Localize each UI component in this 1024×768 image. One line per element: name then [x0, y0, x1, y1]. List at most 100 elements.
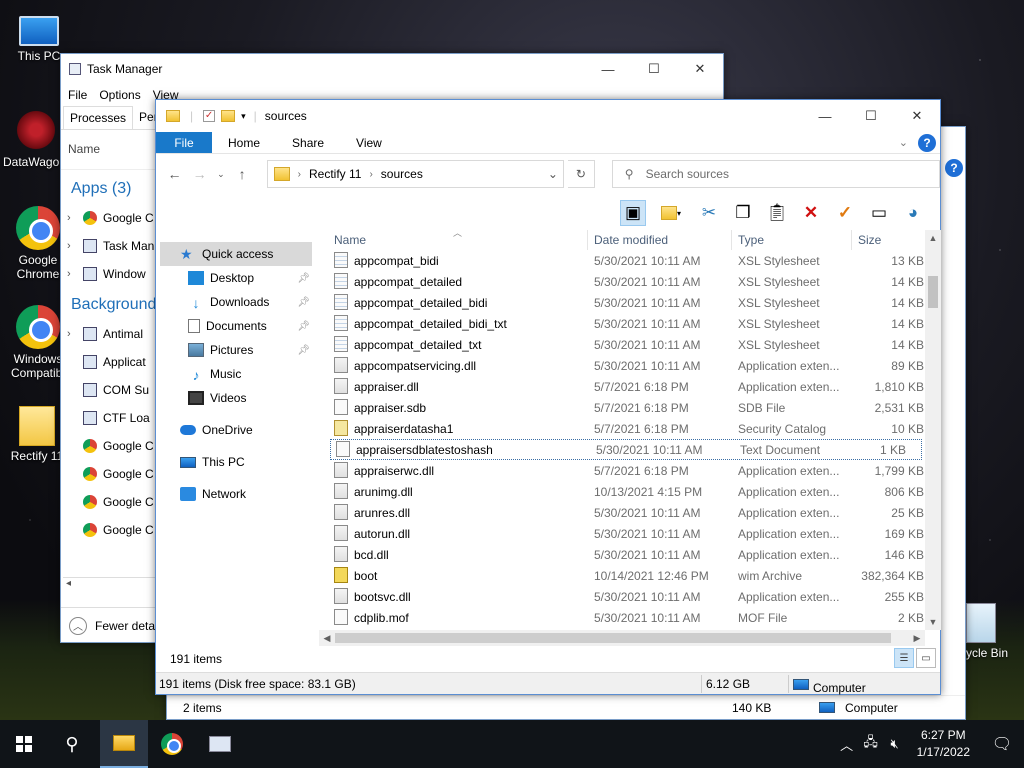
- paste-icon[interactable]: 📋︎: [764, 200, 790, 226]
- menu-file[interactable]: File: [68, 88, 87, 102]
- scroll-up-icon[interactable]: ▲: [925, 230, 941, 246]
- copy-icon[interactable]: ❐: [730, 200, 756, 226]
- pin-icon[interactable]: 📌︎: [297, 321, 310, 332]
- scroll-thumb[interactable]: [928, 276, 938, 308]
- task-manager-titlebar[interactable]: Task Manager — ☐ ✕: [61, 54, 723, 84]
- file-row[interactable]: appraiserwc.dll 5/7/2021 6:18 PM Applicati…: [328, 460, 940, 481]
- file-row[interactable]: appraisersdblatestoshash 5/30/2021 10:11 …: [330, 439, 922, 460]
- horizontal-scrollbar[interactable]: ◂: [63, 577, 157, 593]
- file-row[interactable]: appcompatservicing.dll 5/30/2021 10:11 AM…: [328, 355, 940, 376]
- chevron-right-icon[interactable]: ›: [67, 328, 77, 340]
- help-icon[interactable]: ?: [918, 133, 936, 152]
- tab-view[interactable]: View: [340, 132, 398, 153]
- file-row[interactable]: boot 10/14/2021 12:46 PM wim Archive 382,36…: [328, 565, 940, 586]
- chevron-down-icon[interactable]: ⌄: [543, 167, 563, 181]
- fewer-details-button[interactable]: Fewer detai: [95, 619, 158, 633]
- delete-icon[interactable]: ✕: [798, 200, 824, 226]
- tab-home[interactable]: Home: [212, 132, 276, 153]
- search-button[interactable]: ⚲: [48, 720, 96, 768]
- search-input[interactable]: ⚲ Search sources: [611, 160, 940, 188]
- view-options-icon[interactable]: ▾: [654, 200, 688, 226]
- pin-icon[interactable]: 📌︎: [297, 345, 310, 356]
- nav-desktop[interactable]: Desktop 📌︎: [156, 266, 316, 290]
- file-row[interactable]: appcompat_detailed_bidi 5/30/2021 10:11 A…: [328, 292, 940, 313]
- taskbar-chrome[interactable]: [148, 720, 196, 768]
- file-explorer-window[interactable]: | ✓ ▾ | sources — ☐ ✕ File Home Share Vi…: [155, 99, 941, 695]
- tab-processes[interactable]: Processes: [63, 106, 134, 129]
- nav-onedrive[interactable]: OneDrive: [156, 418, 316, 442]
- nav-pictures[interactable]: Pictures 📌︎: [156, 338, 316, 362]
- column-header-name[interactable]: Name: [334, 233, 366, 247]
- shell-icon[interactable]: ◕: [900, 200, 926, 226]
- explorer-titlebar[interactable]: | ✓ ▾ | sources — ☐ ✕: [156, 100, 940, 132]
- file-row[interactable]: autorun.dll 5/30/2021 10:11 AM Application…: [328, 523, 940, 544]
- preview-pane-icon[interactable]: ▣: [620, 200, 646, 226]
- properties-icon[interactable]: ✓: [203, 110, 216, 122]
- nav-videos[interactable]: Videos: [156, 386, 316, 410]
- column-header-date[interactable]: Date modified: [594, 233, 668, 247]
- expand-ribbon-icon[interactable]: ⌄: [899, 136, 908, 149]
- chevron-right-icon[interactable]: ›: [67, 212, 77, 224]
- minimize-button[interactable]: —: [802, 100, 848, 132]
- file-row[interactable]: cdplib.mof 5/30/2021 10:11 AM MOF File 2 KB: [328, 607, 940, 628]
- file-row[interactable]: appraiser.sdb 5/7/2021 6:18 PM SDB File 2,5…: [328, 397, 940, 418]
- refresh-button[interactable]: ↻: [567, 160, 595, 188]
- start-button[interactable]: [0, 720, 48, 768]
- chevron-right-icon[interactable]: ›: [67, 240, 77, 252]
- notification-icon[interactable]: 🗨︎: [980, 734, 1024, 754]
- nav-this-pc[interactable]: This PC: [156, 450, 316, 474]
- large-icons-view-icon[interactable]: ▭: [916, 648, 936, 668]
- taskbar-file-explorer[interactable]: [100, 720, 148, 768]
- back-arrow-icon[interactable]: ←: [164, 166, 185, 182]
- pin-icon[interactable]: 📌︎: [297, 297, 310, 308]
- maximize-button[interactable]: ☐: [848, 100, 894, 132]
- file-row[interactable]: appcompat_detailed_bidi_txt 5/30/2021 10:…: [328, 313, 940, 334]
- file-row[interactable]: appraiserdatasha1 5/7/2021 6:18 PM Securit…: [328, 418, 940, 439]
- help-icon[interactable]: ?: [945, 159, 963, 177]
- file-row[interactable]: bcd.dll 5/30/2021 10:11 AM Application ext…: [328, 544, 940, 565]
- nav-network[interactable]: Network: [156, 482, 316, 506]
- file-row[interactable]: appraiser.dll 5/7/2021 6:18 PM Application…: [328, 376, 940, 397]
- taskbar-task-manager[interactable]: [196, 720, 244, 768]
- file-row[interactable]: arunimg.dll 10/13/2021 4:15 PM Application…: [328, 481, 940, 502]
- details-view-icon[interactable]: ☰: [894, 648, 914, 668]
- properties-icon[interactable]: ▭: [866, 200, 892, 226]
- tab-share[interactable]: Share: [276, 132, 340, 153]
- address-bar[interactable]: › Rectify 11 › sources ⌄: [266, 160, 564, 188]
- column-header-size[interactable]: Size: [858, 233, 881, 247]
- scroll-thumb[interactable]: [335, 633, 891, 643]
- close-button[interactable]: ✕: [677, 54, 723, 84]
- column-header-type[interactable]: Type: [738, 233, 764, 247]
- menu-options[interactable]: Options: [99, 88, 140, 102]
- vertical-scrollbar[interactable]: ▲ ▼: [925, 230, 941, 630]
- close-button[interactable]: ✕: [894, 100, 940, 132]
- network-icon[interactable]: 🖧︎: [859, 733, 883, 755]
- nav-music[interactable]: ♪ Music: [156, 362, 316, 386]
- tab-file[interactable]: File: [156, 132, 212, 153]
- volume-muted-icon[interactable]: 🔇︎: [883, 736, 907, 752]
- pin-icon[interactable]: 📌︎: [297, 273, 310, 284]
- forward-arrow-icon[interactable]: →: [189, 166, 210, 182]
- chevron-right-icon[interactable]: ›: [369, 169, 372, 180]
- chevron-up-icon[interactable]: ︿: [835, 735, 859, 754]
- file-row[interactable]: bootsvc.dll 5/30/2021 10:11 AM Application…: [328, 586, 940, 607]
- horizontal-scrollbar[interactable]: ◀ ▶: [319, 630, 925, 646]
- scroll-right-icon[interactable]: ▶: [909, 630, 925, 646]
- file-row[interactable]: appcompat_detailed_txt 5/30/2021 10:11 AM…: [328, 334, 940, 355]
- nav-quick-access[interactable]: ★ Quick access: [160, 242, 312, 266]
- check-icon[interactable]: ✓: [832, 200, 858, 226]
- recent-locations-icon[interactable]: ⌄: [214, 169, 227, 180]
- file-row[interactable]: appcompat_detailed 5/30/2021 10:11 AM XSL …: [328, 271, 940, 292]
- breadcrumb-current[interactable]: sources: [381, 167, 423, 181]
- clock[interactable]: 6:27 PM 1/17/2022: [907, 727, 980, 761]
- cut-icon[interactable]: ✂: [696, 200, 722, 226]
- scroll-left-icon[interactable]: ◀: [319, 630, 335, 646]
- nav-documents[interactable]: Documents 📌︎: [156, 314, 316, 338]
- chevron-right-icon[interactable]: ›: [298, 169, 301, 180]
- up-arrow-icon[interactable]: ↑: [232, 166, 253, 182]
- file-row[interactable]: arunres.dll 5/30/2021 10:11 AM Application…: [328, 502, 940, 523]
- chevron-right-icon[interactable]: ›: [67, 268, 77, 280]
- maximize-button[interactable]: ☐: [631, 54, 677, 84]
- file-row[interactable]: appcompat_bidi 5/30/2021 10:11 AM XSL Styl…: [328, 250, 940, 271]
- customize-quick-access-icon[interactable]: ▾: [241, 111, 246, 122]
